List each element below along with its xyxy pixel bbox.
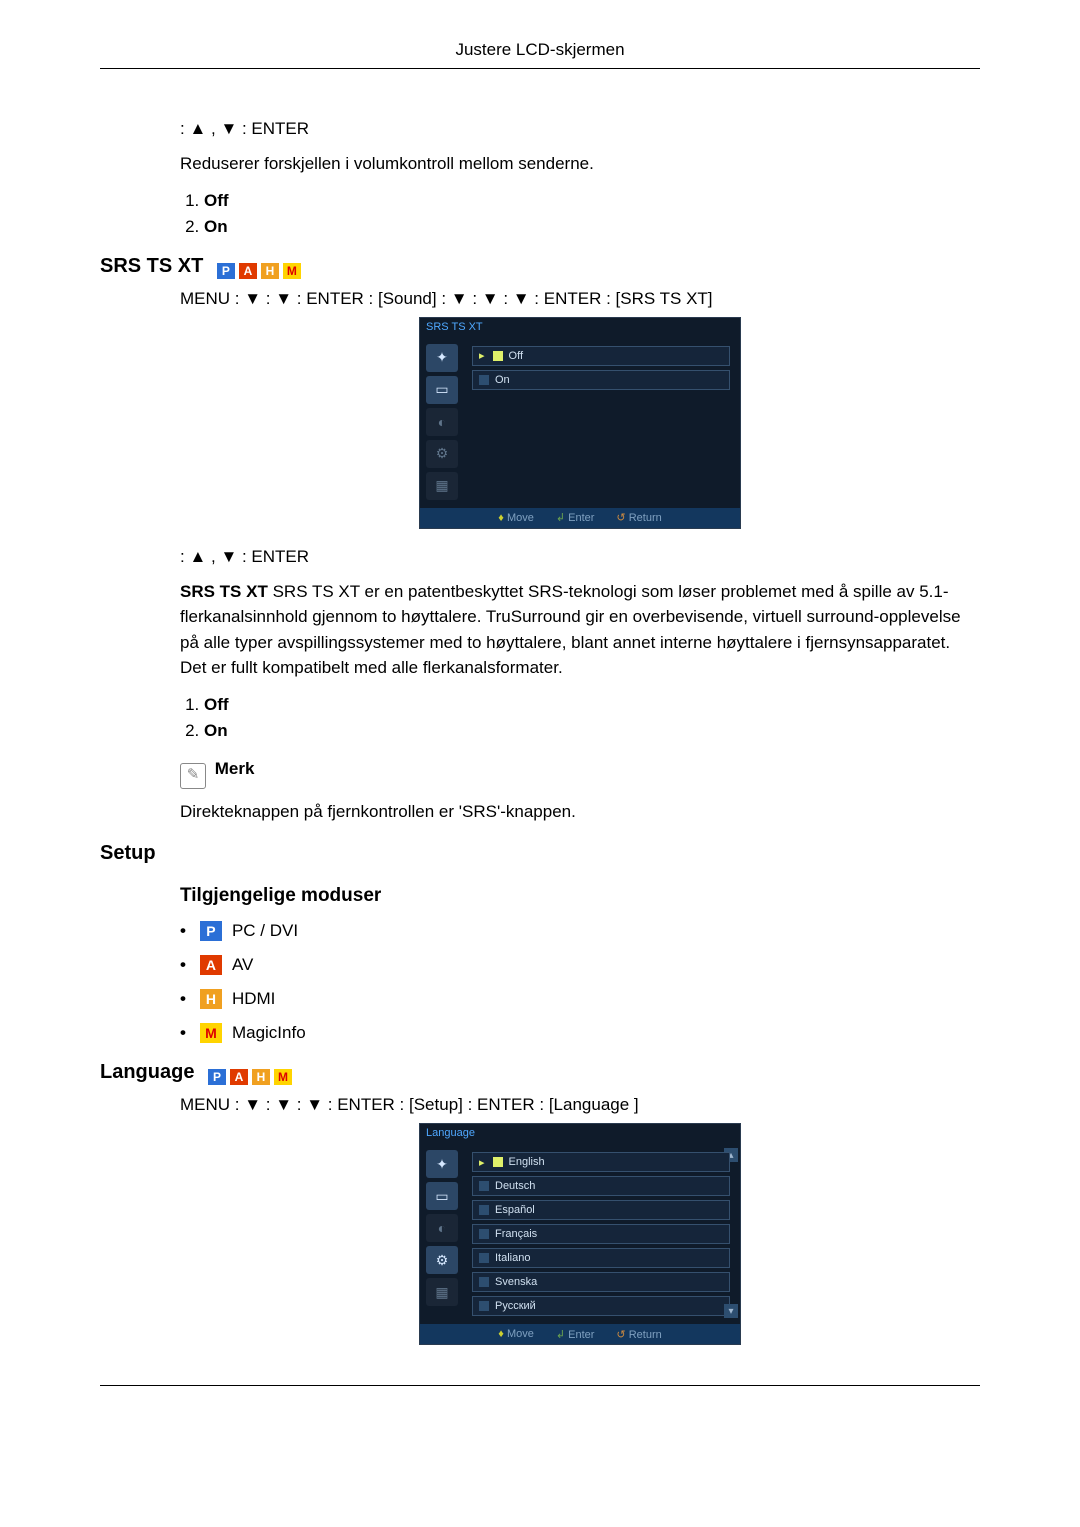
osd-language: Language ✦ ▭ ◐ ⚙ ▦ ▴ English Deutsch Esp… xyxy=(419,1123,741,1345)
srs-options: Off On xyxy=(180,695,980,741)
osd-footer: ♦ Move ↲ Enter ↺ Return xyxy=(420,1324,740,1344)
chip-m-icon: M xyxy=(283,263,301,279)
chip-h-icon: H xyxy=(252,1069,270,1085)
osd-item-english[interactable]: English xyxy=(472,1152,730,1172)
option-off: Off xyxy=(204,695,229,714)
osd-item-svenska[interactable]: Svenska xyxy=(472,1272,730,1292)
osd-item-espanol[interactable]: Español xyxy=(472,1200,730,1220)
chip-p-icon: P xyxy=(200,921,222,941)
osd-sidebar: ✦ ▭ ◐ ⚙ ▦ xyxy=(420,1142,464,1324)
mode-pc-dvi: P PC / DVI xyxy=(180,921,980,941)
mode-magicinfo: M MagicInfo xyxy=(180,1023,980,1043)
chip-p-icon: P xyxy=(217,263,235,279)
chip-a-icon: A xyxy=(230,1069,248,1085)
chip-a-icon: A xyxy=(200,955,222,975)
osd-item-deutsch[interactable]: Deutsch xyxy=(472,1176,730,1196)
modes-heading: Tilgjengelige moduser xyxy=(180,885,980,907)
footer-rule xyxy=(100,1385,980,1386)
osd-tab-picture-icon[interactable]: ✦ xyxy=(426,344,458,372)
osd-srs: SRS TS XT ✦ ▭ ◐ ⚙ ▦ Off On ♦ Move ↲ Ente… xyxy=(419,317,741,529)
mode-av: A AV xyxy=(180,955,980,975)
option-off: Off xyxy=(204,191,229,210)
srs-description: SRS TS XT SRS TS XT er en patentbeskytte… xyxy=(180,579,980,681)
srs-menu-path: MENU : ▼ : ▼ : ENTER : [Sound] : ▼ : ▼ :… xyxy=(180,289,980,309)
header-rule xyxy=(100,68,980,69)
option-on: On xyxy=(204,721,228,740)
osd-tab-setup-icon[interactable]: ⚙ xyxy=(426,1246,458,1274)
osd-footer: ♦ Move ↲ Enter ↺ Return xyxy=(420,508,740,528)
osd-tab-input-icon[interactable]: ▭ xyxy=(426,1182,458,1210)
auto-volume-options: Off On xyxy=(180,191,980,237)
language-heading: Language P A H M xyxy=(100,1061,980,1085)
mode-chips: P A H M xyxy=(206,1069,292,1085)
osd-srs-title: SRS TS XT xyxy=(420,318,740,336)
scroll-down-icon[interactable]: ▾ xyxy=(724,1304,738,1318)
note-icon: ✎ xyxy=(180,763,206,789)
osd-language-title: Language xyxy=(420,1124,740,1142)
page-header: Justere LCD-skjermen xyxy=(100,40,980,68)
osd-tab-multi-icon[interactable]: ▦ xyxy=(426,1278,458,1306)
osd-tab-multi-icon[interactable]: ▦ xyxy=(426,472,458,500)
setup-heading: Setup xyxy=(100,842,980,865)
osd-item-francais[interactable]: Français xyxy=(472,1224,730,1244)
osd-item-on[interactable]: On xyxy=(472,370,730,390)
modes-list: P PC / DVI A AV H HDMI M MagicInfo xyxy=(180,921,980,1043)
osd-tab-setup-icon[interactable]: ⚙ xyxy=(426,440,458,468)
osd-item-russian[interactable]: Русский xyxy=(472,1296,730,1316)
language-menu-path: MENU : ▼ : ▼ : ▼ : ENTER : [Setup] : ENT… xyxy=(180,1095,980,1115)
note-block: ✎ Merk xyxy=(180,759,980,789)
nav-instruction: : ▲ , ▼ : ENTER xyxy=(180,119,980,139)
mode-chips: P A H M xyxy=(215,263,301,279)
chip-m-icon: M xyxy=(274,1069,292,1085)
auto-volume-description: Reduserer forskjellen i volumkontroll me… xyxy=(180,151,980,177)
option-on: On xyxy=(204,217,228,236)
chip-h-icon: H xyxy=(200,989,222,1009)
osd-tab-sound-icon[interactable]: ◐ xyxy=(426,408,458,436)
osd-tab-input-icon[interactable]: ▭ xyxy=(426,376,458,404)
chip-a-icon: A xyxy=(239,263,257,279)
chip-p-icon: P xyxy=(208,1069,226,1085)
osd-item-italiano[interactable]: Italiano xyxy=(472,1248,730,1268)
osd-tab-picture-icon[interactable]: ✦ xyxy=(426,1150,458,1178)
chip-m-icon: M xyxy=(200,1023,222,1043)
osd-item-off[interactable]: Off xyxy=(472,346,730,366)
note-label: Merk xyxy=(215,759,255,778)
srs-heading: SRS TS XT P A H M xyxy=(100,255,980,279)
osd-sidebar: ✦ ▭ ◐ ⚙ ▦ xyxy=(420,336,464,508)
mode-hdmi: H HDMI xyxy=(180,989,980,1009)
osd-tab-sound-icon[interactable]: ◐ xyxy=(426,1214,458,1242)
note-text: Direkteknappen på fjernkontrollen er 'SR… xyxy=(180,799,980,825)
srs-nav-instruction: : ▲ , ▼ : ENTER xyxy=(180,547,980,567)
chip-h-icon: H xyxy=(261,263,279,279)
